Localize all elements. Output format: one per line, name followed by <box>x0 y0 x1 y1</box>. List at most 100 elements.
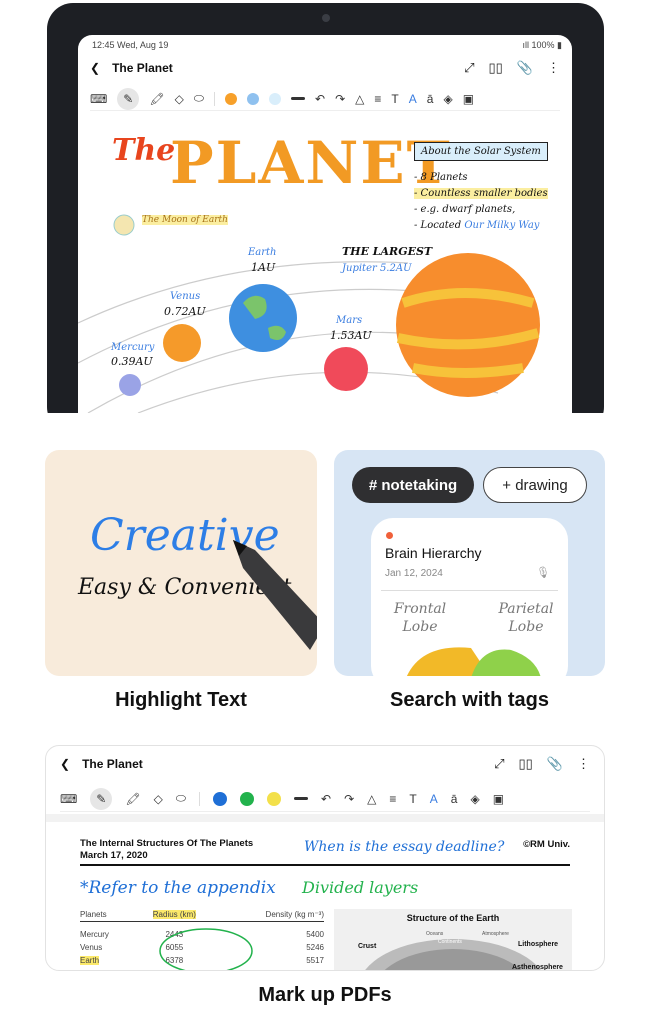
keyboard-icon[interactable]: ⌨ <box>90 92 107 106</box>
lasso-icon[interactable]: ⬭ <box>176 791 186 806</box>
note-card-title: Brain Hierarchy <box>385 545 482 561</box>
convert-icon[interactable]: ā <box>427 92 434 106</box>
highlight-card: Creative Easy & Convenient <box>45 450 317 676</box>
tag-notetaking[interactable]: # notetaking <box>352 467 474 503</box>
undo-icon[interactable]: ↶ <box>321 792 331 806</box>
lock-icon[interactable]: ▣ <box>463 92 474 106</box>
style-icon[interactable]: A <box>409 92 417 106</box>
pdf-title-bar: ❮ The Planet ⤢ ▯▯ 📎 ⋮ <box>60 751 590 777</box>
tag-drawing[interactable]: + drawing <box>483 467 587 503</box>
color-light-blue[interactable] <box>269 92 282 105</box>
pen-icon[interactable]: ✎ <box>90 787 113 810</box>
stroke-width[interactable] <box>291 97 306 100</box>
pen-toolbar: ⌨ ✎ 🖍 ◇ ⬭ ↶ ↷ △ ≡ T A ā ◈ ▣ <box>90 87 560 111</box>
keyboard-icon[interactable]: ⌨ <box>60 792 77 806</box>
doc-header: The Internal Structures Of The Planets Ma… <box>80 838 254 861</box>
book-icon[interactable]: ▯▯ <box>489 60 503 76</box>
highlighter-icon[interactable]: 🖍 <box>149 92 164 106</box>
mars-planet <box>324 347 368 391</box>
text-icon[interactable]: T <box>391 92 398 106</box>
shapes-icon[interactable]: ◈ <box>443 92 452 106</box>
align-icon[interactable]: ≡ <box>374 92 381 106</box>
pdf-card: ❮ The Planet ⤢ ▯▯ 📎 ⋮ ⌨ ✎ 🖍 ◇ ⬭ ↶ ↷ △ ≡ … <box>45 745 605 971</box>
lasso-icon[interactable]: ⬭ <box>194 91 204 106</box>
mercury-au: 0.39AU <box>111 355 153 368</box>
pen-icon[interactable]: ✎ <box>117 87 140 110</box>
lock-icon[interactable]: ▣ <box>493 792 504 806</box>
earth-planet <box>229 284 297 352</box>
style-icon[interactable]: A <box>430 792 438 806</box>
convert-icon[interactable]: ā <box>451 792 458 806</box>
earth-figure: Structure of the Earth Oceans Continents… <box>334 909 572 970</box>
eraser-icon[interactable]: ◇ <box>175 92 184 106</box>
color-orange[interactable] <box>225 92 238 105</box>
parietal-lobe-label: Parietal Lobe <box>498 601 554 635</box>
frontal-lobe-label: Frontal Lobe <box>393 601 447 635</box>
heading-planet: PLANET <box>170 129 452 197</box>
venus-au: 0.72AU <box>164 305 206 318</box>
eraser-icon[interactable]: ◇ <box>154 792 163 806</box>
mercury-planet <box>119 374 141 396</box>
status-time: 12:45 Wed, Aug 19 <box>92 40 169 50</box>
book-icon[interactable]: ▯▯ <box>519 756 533 772</box>
solar-bullets: - 8 Planets - Countless smaller bodies -… <box>414 172 548 231</box>
largest-label: THE LARGEST <box>342 245 433 258</box>
highlight-caption: Highlight Text <box>115 689 247 711</box>
color-blue[interactable] <box>213 791 228 806</box>
earth-label: Earth <box>248 247 277 258</box>
redo-icon[interactable]: ↷ <box>335 92 345 106</box>
highlighter-icon[interactable]: 🖍 <box>125 792 140 806</box>
earth-au: 1AU <box>251 261 276 274</box>
mars-au: 1.53AU <box>330 329 372 342</box>
note-card-date: Jan 12, 2024 <box>385 568 443 579</box>
status-bar: 12:45 Wed, Aug 19 ıll 100% ▮ <box>92 40 562 51</box>
heading-the: The <box>112 133 176 168</box>
shape-icon[interactable]: △ <box>355 92 364 106</box>
copyright: ©RM Univ. <box>523 839 570 850</box>
moon-label: The Moon of Earth <box>142 215 228 225</box>
camera <box>322 14 330 22</box>
tablet-screen: 12:45 Wed, Aug 19 ıll 100% ▮ ❮ The Plane… <box>78 35 572 413</box>
back-icon[interactable]: ❮ <box>60 757 70 771</box>
align-icon[interactable]: ≡ <box>389 792 396 806</box>
more-icon[interactable]: ⋮ <box>577 756 590 772</box>
color-blue[interactable] <box>247 92 260 105</box>
text-icon[interactable]: T <box>409 792 416 806</box>
more-icon[interactable]: ⋮ <box>547 60 560 76</box>
appendix-note: *Refer to the appendix <box>80 878 276 898</box>
mars-label: Mars <box>336 315 363 326</box>
status-battery: ıll 100% ▮ <box>522 40 562 50</box>
layers-note: Divided layers <box>302 878 419 897</box>
deadline-note: When is the essay deadline? <box>304 839 505 855</box>
attach-icon[interactable]: 📎 <box>547 756 563 772</box>
venus-planet <box>163 324 201 362</box>
mercury-label: Mercury <box>111 342 155 353</box>
pdf-toolbar: ⌨ ✎ 🖍 ◇ ⬭ ↶ ↷ △ ≡ T A ā ◈ ▣ <box>60 786 590 812</box>
back-icon[interactable]: ❮ <box>90 61 100 75</box>
mic-icon[interactable]: 🎙 <box>536 566 550 579</box>
jupiter-label: Jupiter 5.2AU <box>342 263 412 274</box>
shape-icon[interactable]: △ <box>367 792 376 806</box>
venus-label: Venus <box>170 291 201 302</box>
s-pen <box>233 540 317 650</box>
tags-caption: Search with tags <box>390 689 549 711</box>
tags-card: # notetaking + drawing Brain Hierarchy J… <box>334 450 605 676</box>
pdf-title: The Planet <box>82 757 143 771</box>
moon <box>113 214 135 236</box>
note-title: The Planet <box>112 61 173 75</box>
expand-icon[interactable]: ⤢ <box>494 756 504 772</box>
expand-icon[interactable]: ⤢ <box>464 60 474 76</box>
stroke-width[interactable] <box>294 797 309 800</box>
solar-system-box: About the Solar System <box>414 142 548 161</box>
color-yellow[interactable] <box>267 791 282 806</box>
note-card[interactable]: Brain Hierarchy Jan 12, 2024 🎙 Frontal L… <box>371 518 568 676</box>
pdf-caption: Mark up PDFs <box>258 984 392 1006</box>
title-bar: ❮ The Planet ⤢ ▯▯ 📎 ⋮ <box>90 55 560 81</box>
circle-annotation <box>159 928 253 970</box>
shapes-icon[interactable]: ◈ <box>470 792 479 806</box>
color-green[interactable] <box>240 791 255 806</box>
signal-icon: ıll <box>522 40 532 50</box>
attach-icon[interactable]: 📎 <box>517 60 533 76</box>
redo-icon[interactable]: ↷ <box>344 792 354 806</box>
undo-icon[interactable]: ↶ <box>315 92 325 106</box>
